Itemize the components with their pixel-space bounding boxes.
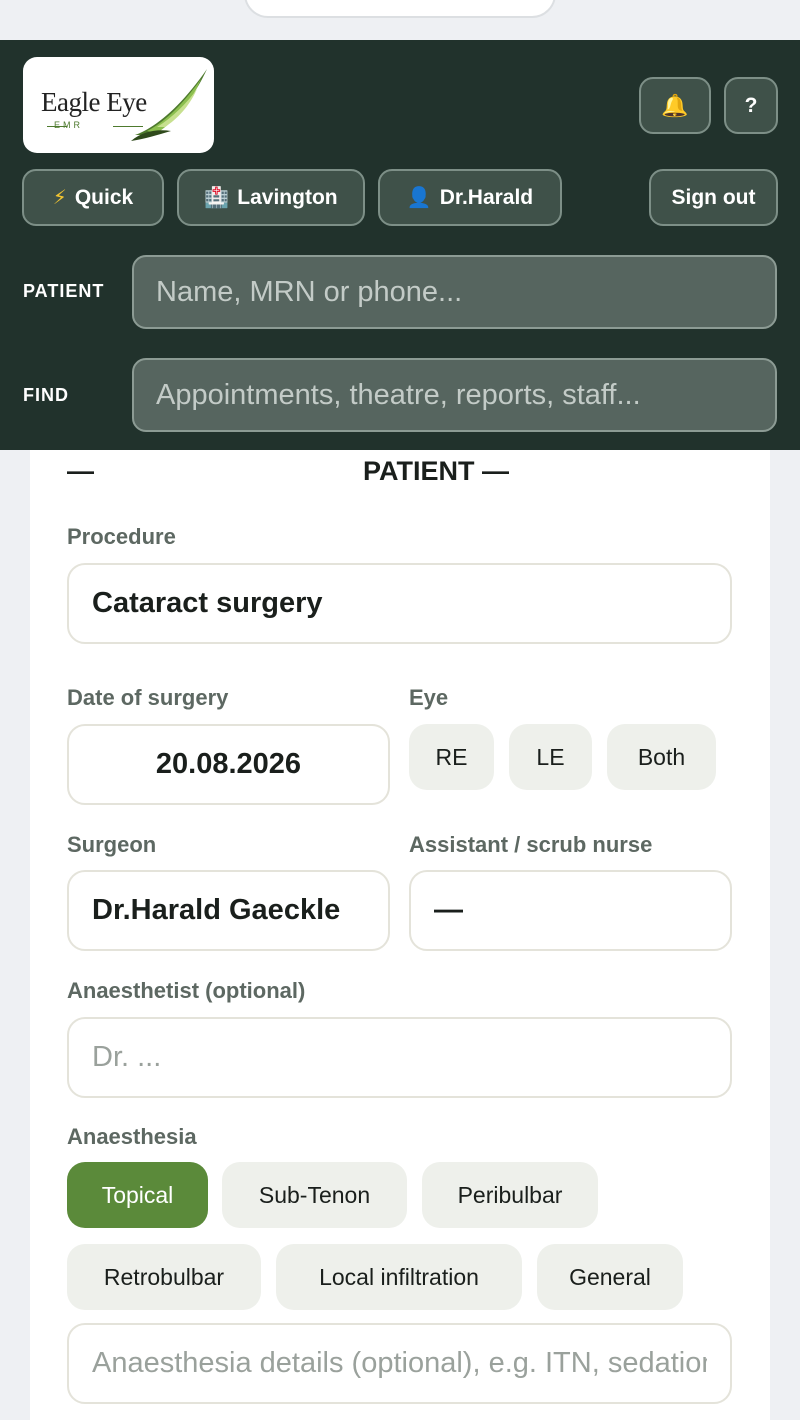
anaesthesia-details-input[interactable] xyxy=(67,1323,732,1404)
assistant-label: Assistant / scrub nurse xyxy=(409,832,653,857)
surgeon-field[interactable]: Dr.Harald Gaeckle xyxy=(67,870,390,951)
eye-option-le[interactable]: LE xyxy=(509,724,592,790)
surgeon-label: Surgeon xyxy=(67,832,157,857)
procedure-label: Procedure xyxy=(67,524,176,549)
eye-label: Eye xyxy=(409,685,449,710)
anaesthesia-option-label: General xyxy=(569,1263,651,1290)
user-icon: 👤 xyxy=(406,187,432,209)
section-dash: — xyxy=(67,456,94,486)
patient-search-input[interactable] xyxy=(132,255,777,329)
anaesthesia-option-sub-tenon[interactable]: Sub-Tenon xyxy=(222,1162,407,1228)
hospital-icon: 🏥 xyxy=(204,187,230,209)
find-label: FIND xyxy=(23,385,69,405)
anaesthesia-option-peribulbar[interactable]: Peribulbar xyxy=(422,1162,598,1228)
help-button[interactable]: ? xyxy=(724,77,778,134)
help-label: ? xyxy=(744,93,758,117)
date-field[interactable]: 20.08.2026 xyxy=(67,724,390,805)
eye-option-re[interactable]: RE xyxy=(409,724,494,790)
quick-button[interactable]: ⚡ Quick xyxy=(22,169,164,226)
location-label: Lavington xyxy=(237,185,338,209)
procedure-field[interactable]: Cataract surgery xyxy=(67,563,732,644)
signout-button[interactable]: Sign out xyxy=(649,169,778,226)
surgeon-value: Dr.Harald Gaeckle xyxy=(92,894,341,926)
section-title: PATIENT — xyxy=(363,456,509,486)
date-value: 20.08.2026 xyxy=(155,748,302,780)
patient-search-label: PATIENT xyxy=(23,281,105,301)
eye-option-label: RE xyxy=(435,743,468,770)
anaesthesia-option-topical[interactable]: Topical xyxy=(67,1162,208,1228)
anaesthesia-option-local-infiltration[interactable]: Local infiltration xyxy=(276,1244,522,1310)
user-label: Dr.Harald xyxy=(439,185,534,209)
find-input[interactable] xyxy=(132,358,777,432)
notifications-button[interactable]: 🔔 xyxy=(639,77,711,134)
surgery-form-card: — PATIENT — Procedure Cataract surgery D… xyxy=(30,440,770,1420)
anaesthesia-option-label: Local infiltration xyxy=(319,1263,479,1290)
user-button[interactable]: 👤 Dr.Harald xyxy=(378,169,562,226)
anaesthesia-label: Anaesthesia xyxy=(67,1124,197,1149)
app-header: Eagle Eye EMR 🔔 ? ⚡ Quick 🏥 Lavington 👤 … xyxy=(0,40,800,450)
signout-label: Sign out xyxy=(671,185,756,209)
procedure-value: Cataract surgery xyxy=(92,587,323,619)
bell-icon: 🔔 xyxy=(661,92,689,118)
eye-option-label: Both xyxy=(637,743,686,770)
quick-label: Quick xyxy=(74,185,134,209)
eye-option-both[interactable]: Both xyxy=(607,724,716,790)
anaesthesia-option-label: Retrobulbar xyxy=(103,1263,225,1290)
anaesthesia-option-label: Sub-Tenon xyxy=(258,1181,371,1208)
anaesthesia-option-general[interactable]: General xyxy=(537,1244,683,1310)
eye-option-label: LE xyxy=(536,743,565,770)
location-button[interactable]: 🏥 Lavington xyxy=(177,169,365,226)
logo-subtitle: EMR xyxy=(54,120,83,130)
anaesthesia-option-retrobulbar[interactable]: Retrobulbar xyxy=(67,1244,261,1310)
eagle-eye-logo[interactable]: Eagle Eye EMR xyxy=(23,57,214,153)
date-label: Date of surgery xyxy=(67,685,229,710)
anaesthetist-label: Anaesthetist (optional) xyxy=(67,978,306,1003)
assistant-value: — xyxy=(434,894,463,926)
lightning-icon: ⚡ xyxy=(52,187,67,209)
anaesthesia-option-label: Peribulbar xyxy=(457,1181,563,1208)
anaesthesia-option-label: Topical xyxy=(101,1181,174,1208)
eagle-wing-icon xyxy=(131,69,207,141)
assistant-field[interactable]: — xyxy=(409,870,732,951)
anaesthetist-input[interactable] xyxy=(67,1017,732,1098)
top-address-pill xyxy=(244,0,556,18)
